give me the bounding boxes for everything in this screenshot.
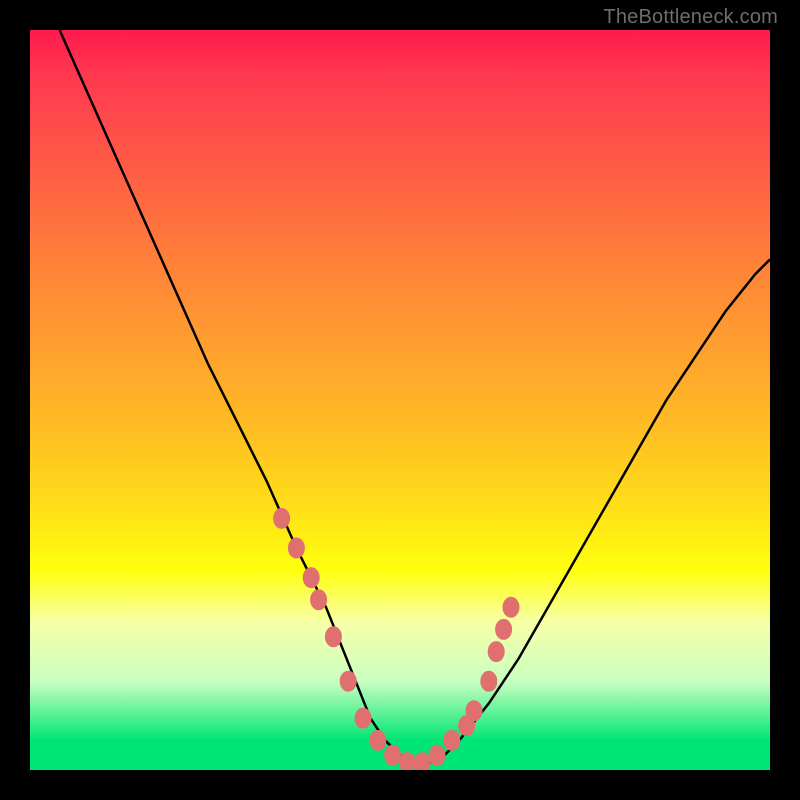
highlight-dot [488, 642, 504, 662]
highlight-dot [503, 597, 519, 617]
highlight-dot [414, 753, 430, 770]
attribution-text: TheBottleneck.com [603, 6, 778, 29]
highlight-dots [274, 508, 519, 770]
highlight-dot [274, 508, 290, 528]
highlight-dot [370, 730, 386, 750]
plot-area [30, 30, 770, 770]
highlight-dot [340, 671, 356, 691]
highlight-dot [466, 701, 482, 721]
highlight-dot [303, 568, 319, 588]
highlight-dot [481, 671, 497, 691]
highlight-dot [288, 538, 304, 558]
highlight-dot [385, 745, 401, 765]
highlight-dot [355, 708, 371, 728]
outer-frame: TheBottleneck.com [0, 0, 800, 800]
highlight-dot [429, 745, 445, 765]
highlight-dot [311, 590, 327, 610]
highlight-dot [399, 753, 415, 770]
bottleneck-curve [60, 30, 770, 763]
highlight-dot [496, 619, 512, 639]
highlight-dot [325, 627, 341, 647]
highlight-dot [444, 730, 460, 750]
curve-svg [30, 30, 770, 770]
